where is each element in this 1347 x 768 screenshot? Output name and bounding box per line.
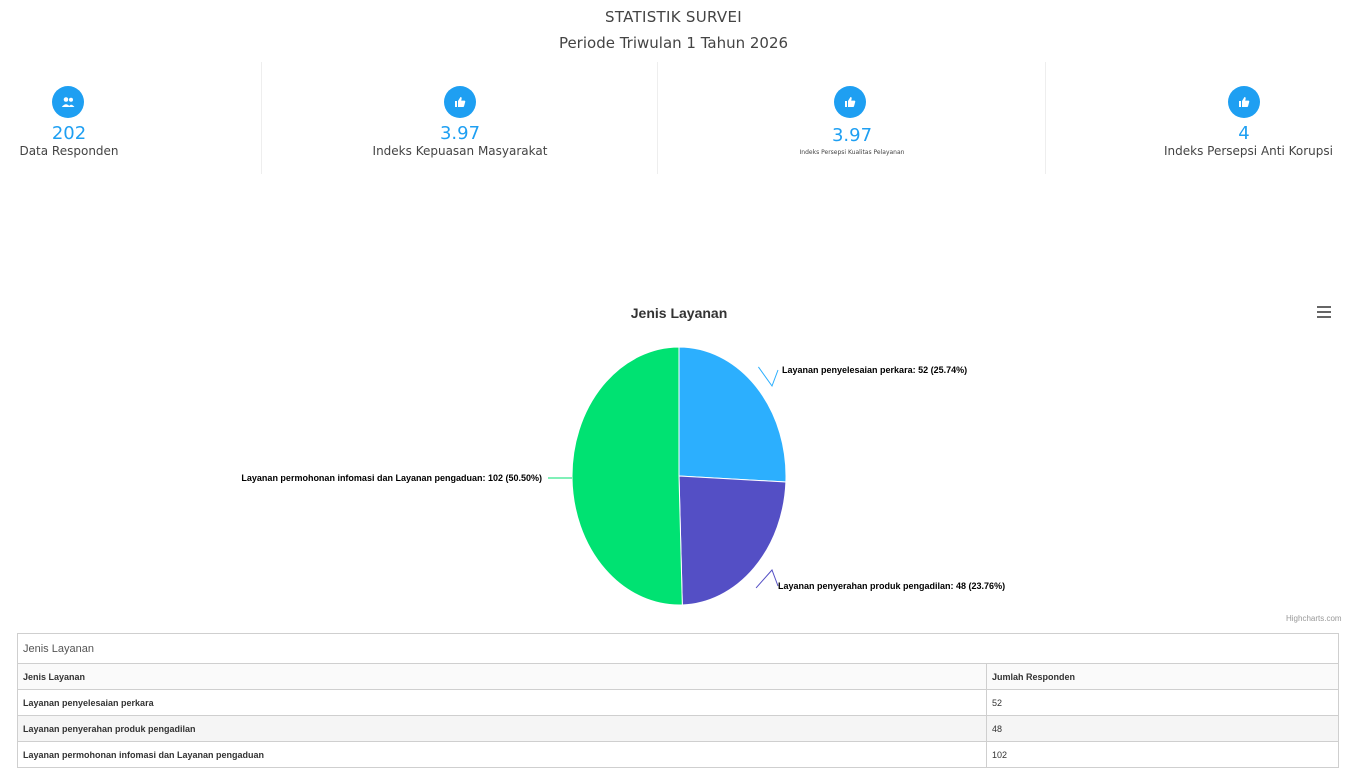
stat-card-ikm: 3.97 Indeks Kepuasan Masyarakat xyxy=(262,62,658,174)
stat-value: 3.97 xyxy=(831,125,873,146)
column-header: Jumlah Responden xyxy=(986,663,1339,690)
chart-menu-icon[interactable] xyxy=(1317,306,1331,318)
table-cell: Layanan penyelesaian perkara xyxy=(17,689,987,716)
data-label: Layanan penyelesaian perkara: 52 (25.74%… xyxy=(782,365,967,375)
pie-slice[interactable] xyxy=(678,346,787,483)
table-cell: Layanan permohonan infomasi dan Layanan … xyxy=(17,741,987,768)
data-label-connector xyxy=(755,569,779,589)
stat-label: Indeks Kepuasan Masyarakat xyxy=(372,144,548,158)
stat-card-ipak: 4 Indeks Persepsi Anti Korupsi xyxy=(1046,62,1338,174)
stat-label: Indeks Persepsi Kualitas Pelayanan xyxy=(799,149,905,156)
table-cell: Layanan penyerahan produk pengadilan xyxy=(17,715,987,742)
page-title: STATISTIK SURVEI xyxy=(605,8,742,26)
stat-value: 4 xyxy=(1238,123,1250,144)
table-row: Layanan penyelesaian perkara 52 xyxy=(17,689,1339,716)
data-label-connector xyxy=(757,366,779,388)
thumbs-up-icon xyxy=(834,86,866,118)
page-subtitle: Periode Triwulan 1 Tahun 2026 xyxy=(558,34,789,52)
table-row: Layanan permohonan infomasi dan Layanan … xyxy=(17,741,1339,768)
table-cell: 52 xyxy=(986,689,1339,716)
thumbs-up-icon xyxy=(1228,86,1260,118)
stat-label: Indeks Persepsi Anti Korupsi xyxy=(1164,144,1333,158)
data-label: Layanan permohonan infomasi dan Layanan … xyxy=(241,473,542,483)
table-caption: Jenis Layanan xyxy=(17,633,1339,664)
pie-slice[interactable] xyxy=(571,346,683,606)
stat-card-respondents: 202 Data Responden xyxy=(8,62,262,174)
chart-title: Jenis Layanan xyxy=(631,305,728,321)
stat-card-ipkp: 3.97 Indeks Persepsi Kualitas Pelayanan xyxy=(658,62,1046,174)
table-cell: 102 xyxy=(986,741,1339,768)
stats-row: 202 Data Responden 3.97 Indeks Kepuasan … xyxy=(8,62,1338,174)
table-row: Layanan penyerahan produk pengadilan 48 xyxy=(17,715,1339,742)
stat-value: 3.97 xyxy=(439,123,481,144)
chart-credits[interactable]: Highcharts.com xyxy=(1286,614,1342,623)
stat-label: Data Responden xyxy=(19,144,119,158)
data-table: Jenis Layanan Jenis Layanan Jumlah Respo… xyxy=(17,633,1339,768)
data-label: Layanan penyerahan produk pengadilan: 48… xyxy=(778,581,1005,591)
table-cell: 48 xyxy=(986,715,1339,742)
users-icon xyxy=(52,86,84,118)
thumbs-up-icon xyxy=(444,86,476,118)
pie-slice[interactable] xyxy=(678,475,787,606)
stat-value: 202 xyxy=(51,123,87,144)
column-header: Jenis Layanan xyxy=(17,663,987,690)
